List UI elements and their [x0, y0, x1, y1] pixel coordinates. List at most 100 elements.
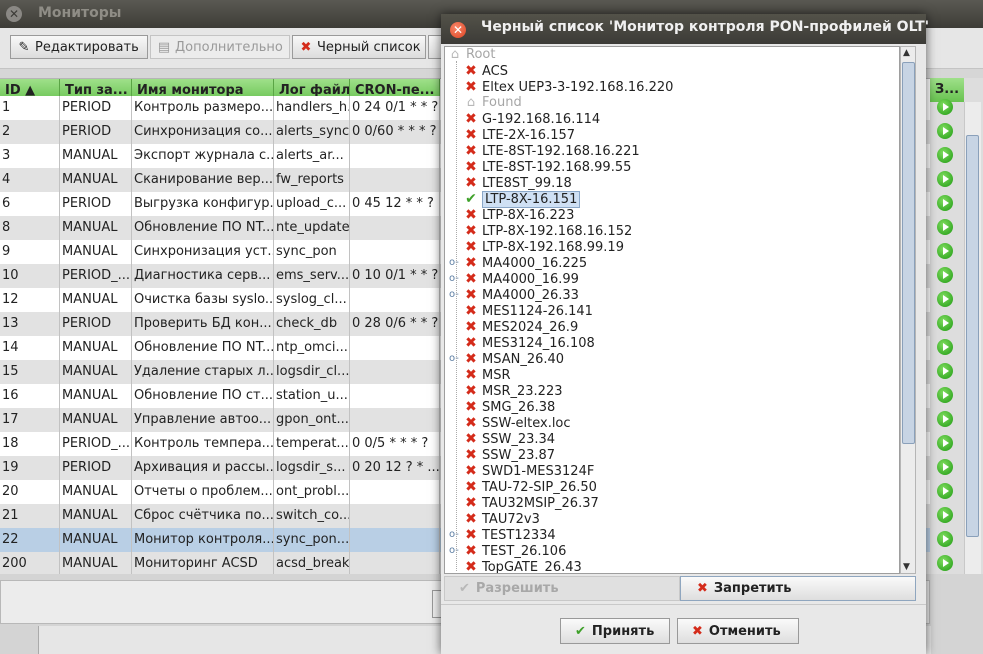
- tree-item[interactable]: ✖ SWD1-MES3124F: [463, 463, 594, 479]
- table-cell-name: Обновление ПО ст...: [132, 384, 274, 408]
- more-button[interactable]: ▤ Дополнительно: [150, 35, 290, 59]
- table-cell-type: PERIOD_...: [60, 432, 132, 456]
- table-scrollbar-thumb[interactable]: [966, 135, 979, 537]
- tree-scrollbar-thumb[interactable]: [902, 62, 915, 444]
- tree-item-label: MSR: [482, 368, 511, 383]
- play-icon[interactable]: [937, 267, 953, 283]
- allow-button[interactable]: ✔ Разрешить: [444, 576, 680, 601]
- expand-toggle-icon[interactable]: o-: [449, 546, 459, 556]
- table-cell-type: MANUAL: [60, 504, 132, 528]
- play-icon[interactable]: [937, 291, 953, 307]
- expand-toggle-icon[interactable]: o-: [449, 354, 459, 364]
- table-cell-log: syslog_cl...: [274, 288, 350, 312]
- tree-item-label: LTE-8ST-192.168.99.55: [482, 160, 632, 175]
- tree-item[interactable]: ⌂ Found: [463, 95, 522, 111]
- table-cell-cron: [350, 336, 440, 360]
- tree-item[interactable]: ✖ TAU-72-SIP_26.50: [463, 479, 597, 495]
- tree-item[interactable]: ⌂ Root: [447, 47, 496, 63]
- main-close-icon[interactable]: ✕: [6, 6, 22, 22]
- cancel-button[interactable]: ✖ Отменить: [677, 618, 799, 644]
- accept-button[interactable]: ✔ Принять: [560, 618, 670, 644]
- red-x-icon: ✖: [465, 447, 477, 463]
- tree-item[interactable]: ✖ LTP-8X-192.168.99.19: [463, 239, 624, 255]
- play-icon[interactable]: [937, 363, 953, 379]
- red-x-icon: ✖: [465, 303, 477, 319]
- table-cell-type: MANUAL: [60, 240, 132, 264]
- tree-item[interactable]: ✖ SMG_26.38: [463, 399, 555, 415]
- tree-item[interactable]: ✖ TAU72v3: [463, 511, 540, 527]
- tree-item[interactable]: ✖ MES1124-26.141: [463, 303, 593, 319]
- table-cell-type: PERIOD: [60, 312, 132, 336]
- tree-item[interactable]: ✖ MA4000_16.225: [463, 255, 587, 271]
- tree-item[interactable]: ✖ LTE8ST_99.18: [463, 175, 572, 191]
- tree-item[interactable]: ✖ TAU32MSIP_26.37: [463, 495, 599, 511]
- tree-item[interactable]: ✖ MA4000_16.99: [463, 271, 579, 287]
- edit-button[interactable]: ✎ Редактировать: [10, 35, 148, 59]
- tree-item[interactable]: ✖ ACS: [463, 63, 508, 79]
- tree-item[interactable]: ✖ SSW-eltex.loc: [463, 415, 571, 431]
- tree-item-label: ACS: [482, 64, 508, 79]
- play-icon[interactable]: [937, 315, 953, 331]
- table-cell-id: 19: [0, 456, 60, 480]
- play-icon[interactable]: [937, 123, 953, 139]
- play-icon[interactable]: [937, 531, 953, 547]
- play-icon[interactable]: [937, 435, 953, 451]
- table-cell-log: sync_pon: [274, 240, 350, 264]
- scroll-down-icon[interactable]: ▼: [903, 562, 910, 572]
- tree-item[interactable]: ✖ LTE-2X-16.157: [463, 127, 575, 143]
- tree-item[interactable]: ✖ LTP-8X-192.168.16.152: [463, 223, 632, 239]
- table-cell-type: PERIOD: [60, 96, 132, 120]
- tree-item[interactable]: ✖ SSW_23.34: [463, 431, 555, 447]
- tree-item-label: SSW-eltex.loc: [482, 416, 571, 431]
- red-x-icon: ✖: [465, 239, 477, 255]
- tree-item[interactable]: ✖ LTE-8ST-192.168.16.221: [463, 143, 640, 159]
- dialog-close-icon[interactable]: ✕: [450, 22, 466, 38]
- tree-item[interactable]: ✖ G-192.168.16.114: [463, 111, 600, 127]
- play-icon[interactable]: [937, 99, 953, 115]
- tree-item[interactable]: ✖ MES2024_26.9: [463, 319, 578, 335]
- play-icon[interactable]: [937, 555, 953, 571]
- tree-item[interactable]: ✔ LTP-8X-16.151: [463, 191, 581, 208]
- tree-item[interactable]: ✖ LTP-8X-16.223: [463, 207, 574, 223]
- tree-item[interactable]: ✖ TEST_26.106: [463, 543, 566, 559]
- toolbar-button-partial[interactable]: [428, 35, 442, 59]
- tree-item-label: LTP-8X-16.151: [482, 191, 581, 208]
- expand-toggle-icon[interactable]: o-: [449, 274, 459, 284]
- play-icon[interactable]: [937, 195, 953, 211]
- dialog-separator: [441, 604, 926, 605]
- play-icon[interactable]: [937, 387, 953, 403]
- tree-item[interactable]: ✖ MA4000_26.33: [463, 287, 579, 303]
- table-cell-id: 18: [0, 432, 60, 456]
- play-icon[interactable]: [937, 339, 953, 355]
- tree-item-label: MES2024_26.9: [482, 320, 579, 335]
- play-icon[interactable]: [937, 411, 953, 427]
- scroll-up-icon[interactable]: ▲: [903, 48, 910, 58]
- tree-item[interactable]: ✖ MSR_23.223: [463, 383, 562, 399]
- tree-item[interactable]: ✖ MSAN_26.40: [463, 351, 564, 367]
- tree-item-label: LTP-8X-192.168.16.152: [482, 224, 633, 239]
- blacklist-button[interactable]: ✖ Черный список: [292, 35, 426, 59]
- tree-item[interactable]: ✖ TEST12334: [463, 527, 556, 543]
- tree-item[interactable]: ✖ LTE-8ST-192.168.99.55: [463, 159, 631, 175]
- table-cell-type: MANUAL: [60, 360, 132, 384]
- play-icon[interactable]: [937, 243, 953, 259]
- expand-toggle-icon[interactable]: o-: [449, 258, 459, 268]
- play-icon[interactable]: [937, 459, 953, 475]
- expand-toggle-icon[interactable]: o-: [449, 530, 459, 540]
- tree-item[interactable]: ✖ TopGATE_26.43: [463, 559, 582, 573]
- expand-toggle-icon[interactable]: o-: [449, 290, 459, 300]
- tree-item[interactable]: ✖ Eltex UEP3-3-192.168.16.220: [463, 79, 673, 95]
- tree-item[interactable]: ✖ MES3124_16.108: [463, 335, 595, 351]
- deny-button[interactable]: ✖ Запретить: [680, 576, 916, 601]
- play-icon[interactable]: [937, 147, 953, 163]
- tree-item-label: Root: [466, 47, 496, 62]
- tree-item[interactable]: ✖ MSR: [463, 367, 511, 383]
- play-icon[interactable]: [937, 483, 953, 499]
- play-icon[interactable]: [937, 171, 953, 187]
- red-x-icon: ✖: [465, 63, 477, 79]
- play-icon[interactable]: [937, 507, 953, 523]
- tree-item[interactable]: ✖ SSW_23.87: [463, 447, 555, 463]
- table-cell-name: Обновление ПО NT...: [132, 216, 274, 240]
- table-cell-cron: [350, 384, 440, 408]
- play-icon[interactable]: [937, 219, 953, 235]
